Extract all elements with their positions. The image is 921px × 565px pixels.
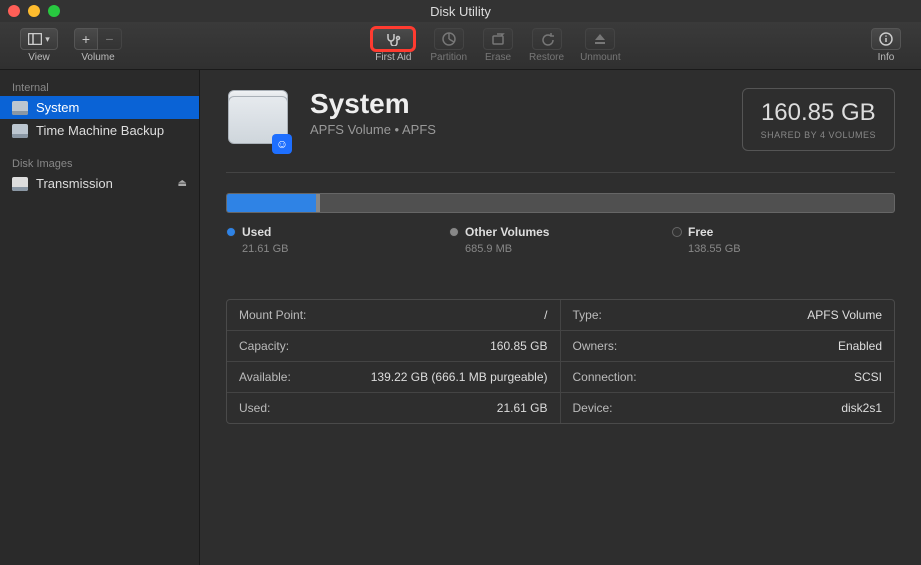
- view-label: View: [28, 52, 50, 63]
- sidebar-item-time-machine[interactable]: Time Machine Backup: [0, 119, 199, 142]
- info-label: Info: [878, 52, 895, 63]
- legend-used-label: Used: [242, 225, 271, 239]
- volume-cluster: + − Volume: [74, 28, 122, 63]
- restore-button[interactable]: [532, 28, 562, 50]
- unmount-label: Unmount: [580, 52, 621, 63]
- volume-disk-icon: ☺: [226, 88, 290, 152]
- legend-free-value: 138.55 GB: [688, 243, 895, 255]
- sidebar-item-label: Time Machine Backup: [36, 123, 164, 138]
- restore-cluster: Restore: [529, 28, 564, 63]
- eject-icon: [593, 32, 607, 46]
- eject-icon[interactable]: ⏏: [178, 178, 187, 189]
- volume-header: ☺ System APFS Volume • APFS 160.85 GB SH…: [226, 88, 895, 152]
- close-button[interactable]: [8, 5, 20, 17]
- sidebar-item-system[interactable]: System: [0, 96, 199, 119]
- detail-row: Used:21.61 GB: [227, 393, 561, 423]
- info-button[interactable]: [871, 28, 901, 50]
- sidebar-item-transmission[interactable]: Transmission ⏏: [0, 172, 199, 195]
- sidebar-item-label: System: [36, 100, 79, 115]
- first-aid-cluster: First Aid: [372, 28, 414, 63]
- detail-row: Mount Point:/: [227, 300, 561, 331]
- sidebar-icon: [28, 33, 42, 45]
- swatch-free: [672, 227, 682, 237]
- partition-cluster: Partition: [430, 28, 467, 63]
- remove-volume-button[interactable]: −: [98, 28, 122, 50]
- erase-label: Erase: [485, 52, 511, 63]
- body: Internal System Time Machine Backup Disk…: [0, 70, 921, 565]
- restore-icon: [540, 32, 554, 46]
- volume-label: Volume: [81, 52, 114, 63]
- unmount-cluster: Unmount: [580, 28, 621, 63]
- legend-used: Used 21.61 GB: [226, 225, 449, 255]
- chevron-down-icon: ▾: [45, 34, 50, 45]
- divider: [226, 172, 895, 173]
- sidebar: Internal System Time Machine Backup Disk…: [0, 70, 200, 565]
- volume-shared: SHARED BY 4 VOLUMES: [761, 130, 876, 140]
- disk-icon: [12, 124, 28, 138]
- content: ☺ System APFS Volume • APFS 160.85 GB SH…: [200, 70, 921, 565]
- detail-row: Owners:Enabled: [561, 331, 895, 362]
- finder-badge-icon: ☺: [272, 134, 292, 154]
- fullscreen-button[interactable]: [48, 5, 60, 17]
- restore-label: Restore: [529, 52, 564, 63]
- first-aid-button[interactable]: [372, 28, 414, 50]
- volume-name: System: [310, 88, 436, 120]
- window: Disk Utility ▾ View + − Volume First Aid: [0, 0, 921, 565]
- volume-title-block: System APFS Volume • APFS: [310, 88, 436, 137]
- sidebar-item-label: Transmission: [36, 176, 113, 191]
- unmount-button[interactable]: [585, 28, 615, 50]
- detail-row: Connection:SCSI: [561, 362, 895, 393]
- traffic-lights: [8, 5, 60, 17]
- legend-other: Other Volumes 685.9 MB: [449, 225, 672, 255]
- legend-other-label: Other Volumes: [465, 225, 549, 239]
- info-icon: [879, 32, 893, 46]
- add-volume-button[interactable]: +: [74, 28, 98, 50]
- disk-image-icon: [12, 177, 28, 191]
- volume-subtitle: APFS Volume • APFS: [310, 122, 436, 137]
- detail-row: Type:APFS Volume: [561, 300, 895, 331]
- legend-free: Free 138.55 GB: [672, 225, 895, 255]
- erase-icon: [491, 32, 505, 46]
- volume-size-box: 160.85 GB SHARED BY 4 VOLUMES: [742, 88, 895, 151]
- pie-icon: [442, 32, 456, 46]
- info-cluster: Info: [871, 28, 901, 63]
- stethoscope-icon: [385, 32, 401, 46]
- sidebar-header-disk-images: Disk Images: [0, 152, 199, 172]
- legend-other-value: 685.9 MB: [465, 243, 672, 255]
- usage-segment-used: [227, 194, 316, 212]
- usage-legend: Used 21.61 GB Other Volumes 685.9 MB Fre…: [226, 225, 895, 255]
- first-aid-label: First Aid: [375, 52, 411, 63]
- usage-segment-free: [320, 194, 894, 212]
- window-title: Disk Utility: [0, 4, 921, 19]
- legend-free-label: Free: [688, 225, 713, 239]
- minimize-button[interactable]: [28, 5, 40, 17]
- partition-label: Partition: [430, 52, 467, 63]
- volume-segment: + −: [74, 28, 122, 50]
- swatch-used: [226, 227, 236, 237]
- sidebar-header-internal: Internal: [0, 76, 199, 96]
- volume-size: 160.85 GB: [761, 99, 876, 127]
- legend-used-value: 21.61 GB: [242, 243, 449, 255]
- swatch-other: [449, 227, 459, 237]
- detail-row: Available:139.22 GB (666.1 MB purgeable): [227, 362, 561, 393]
- erase-cluster: Erase: [483, 28, 513, 63]
- detail-table: Mount Point:/ Type:APFS Volume Capacity:…: [226, 299, 895, 424]
- titlebar: Disk Utility: [0, 0, 921, 22]
- toolbar: ▾ View + − Volume First Aid Partition: [0, 22, 921, 70]
- detail-row: Device:disk2s1: [561, 393, 895, 423]
- detail-row: Capacity:160.85 GB: [227, 331, 561, 362]
- usage-bar: [226, 193, 895, 213]
- view-button[interactable]: ▾: [20, 28, 58, 50]
- erase-button[interactable]: [483, 28, 513, 50]
- disk-icon: [12, 101, 28, 115]
- partition-button[interactable]: [434, 28, 464, 50]
- view-cluster: ▾ View: [20, 28, 58, 63]
